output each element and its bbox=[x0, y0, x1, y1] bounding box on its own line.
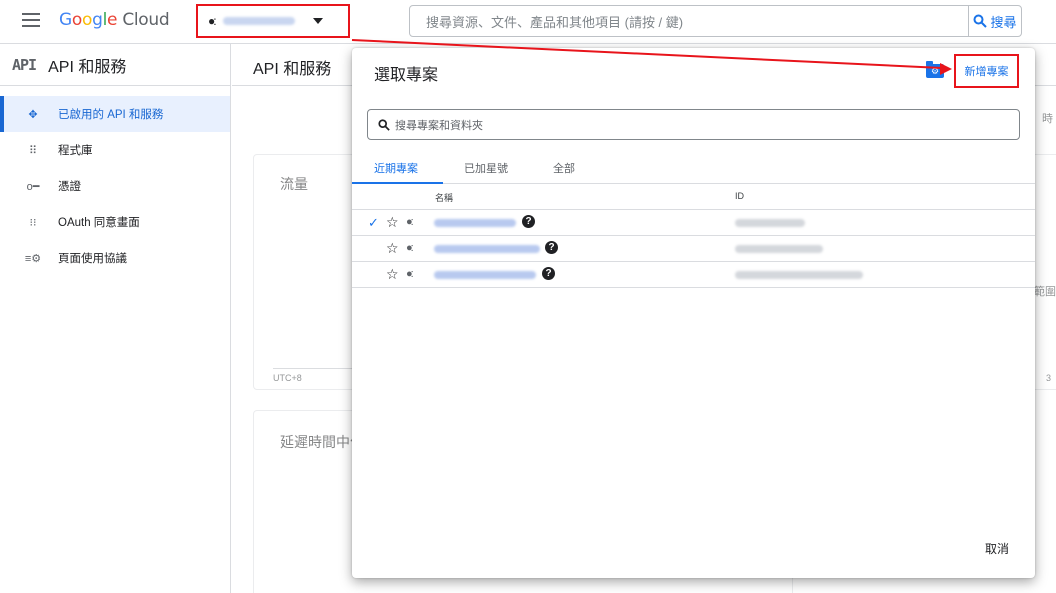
search-placeholder: 搜尋專案和資料夾 bbox=[395, 119, 483, 132]
chevron-down-icon bbox=[312, 18, 323, 24]
project-id-redacted bbox=[735, 219, 805, 227]
star-icon[interactable]: ☆ bbox=[386, 266, 399, 283]
select-project-dialog: 選取專案 ⚙ 新增專案 搜尋專案和資料夾 近期專案 已加星號 全部 名稱 ID … bbox=[352, 48, 1035, 578]
sidebar-item-enabled-apis[interactable]: ✥ 已啟用的 API 和服務 bbox=[0, 96, 230, 132]
sidebar-item-library[interactable]: ⠿ 程式庫 bbox=[0, 132, 230, 168]
project-dots-icon: ●: bbox=[406, 216, 414, 228]
project-name-redacted[interactable] bbox=[434, 219, 516, 227]
nav-title: API 和服務 bbox=[48, 58, 127, 76]
tab-starred[interactable]: 已加星號 bbox=[464, 160, 508, 176]
project-dots-icon: ●: bbox=[208, 14, 216, 28]
hamburger-menu-icon[interactable] bbox=[22, 13, 40, 27]
search-input[interactable]: 搜尋資源、文件、產品和其他項目 (請按 / 鍵) bbox=[409, 5, 969, 37]
project-id-redacted bbox=[735, 245, 823, 253]
sidebar-item-label: OAuth 同意畫面 bbox=[58, 217, 140, 229]
google-cloud-logo[interactable]: Google Cloud bbox=[59, 10, 170, 30]
sidebar-item-credentials[interactable]: o━ 憑證 bbox=[0, 168, 230, 204]
check-icon: ✓ bbox=[368, 215, 379, 230]
star-icon[interactable]: ☆ bbox=[386, 214, 399, 231]
help-icon[interactable]: ? bbox=[542, 267, 555, 280]
project-search-input[interactable]: 搜尋專案和資料夾 bbox=[367, 109, 1020, 140]
cancel-button[interactable]: 取消 bbox=[985, 540, 1009, 557]
table-row[interactable]: ✓ ☆ ●: ? bbox=[352, 210, 1035, 236]
settings-list-icon: ≡⚙ bbox=[24, 252, 42, 265]
search-icon bbox=[378, 118, 390, 131]
sidebar-item-label: 頁面使用協議 bbox=[58, 253, 127, 265]
search-icon bbox=[973, 14, 988, 28]
new-project-button[interactable]: 新增專案 bbox=[954, 54, 1019, 88]
dialog-title: 選取專案 bbox=[374, 67, 439, 84]
project-dots-icon: ●: bbox=[406, 242, 414, 254]
side-navigation: API API 和服務 ✥ 已啟用的 API 和服務 ⠿ 程式庫 o━ 憑證 ⁝… bbox=[0, 44, 231, 593]
sidebar-item-label: 程式庫 bbox=[58, 145, 93, 157]
api-product-icon: API bbox=[12, 55, 37, 74]
project-picker-button[interactable]: ●: bbox=[196, 4, 350, 38]
active-tab-indicator bbox=[352, 182, 443, 184]
top-bar: Google Cloud ●: 搜尋資源、文件、產品和其他項目 (請按 / 鍵)… bbox=[0, 0, 1056, 44]
sidebar-item-label: 已啟用的 API 和服務 bbox=[58, 109, 164, 121]
dialog-tabs: 近期專案 已加星號 全部 bbox=[352, 152, 1035, 184]
diamond-dots-icon: ✥ bbox=[28, 108, 38, 121]
search-button[interactable]: 搜尋 bbox=[968, 5, 1022, 37]
project-dots-icon: ●: bbox=[406, 268, 414, 280]
help-icon[interactable]: ? bbox=[522, 215, 535, 228]
help-icon[interactable]: ? bbox=[545, 241, 558, 254]
tab-all[interactable]: 全部 bbox=[553, 160, 575, 176]
star-icon[interactable]: ☆ bbox=[386, 240, 399, 257]
tab-recent[interactable]: 近期專案 bbox=[374, 160, 418, 176]
table-row[interactable]: ☆ ●: ? bbox=[352, 262, 1035, 288]
sidebar-item-label: 憑證 bbox=[58, 181, 81, 193]
project-name-redacted bbox=[222, 17, 295, 25]
page-title: API 和服務 bbox=[253, 61, 332, 78]
table-row[interactable]: ☆ ●: ? bbox=[352, 236, 1035, 262]
search-button-label: 搜尋 bbox=[990, 14, 1017, 30]
column-id: ID bbox=[735, 191, 744, 201]
nav-header: API API 和服務 bbox=[0, 44, 230, 86]
project-id-redacted bbox=[735, 271, 863, 279]
key-icon: o━ bbox=[26, 180, 40, 193]
sidebar-item-oauth-consent[interactable]: ⁝⁝ OAuth 同意畫面 bbox=[0, 204, 230, 240]
project-name-redacted[interactable] bbox=[434, 245, 540, 253]
library-icon: ⠿ bbox=[28, 144, 38, 157]
manage-folder-icon[interactable]: ⚙ bbox=[926, 61, 944, 78]
sidebar-item-page-usage[interactable]: ≡⚙ 頁面使用協議 bbox=[0, 240, 230, 276]
table-header: 名稱 ID bbox=[352, 185, 1035, 210]
column-name: 名稱 bbox=[435, 193, 454, 203]
project-name-redacted[interactable] bbox=[434, 271, 536, 279]
consent-icon: ⁝⁝ bbox=[29, 216, 37, 229]
